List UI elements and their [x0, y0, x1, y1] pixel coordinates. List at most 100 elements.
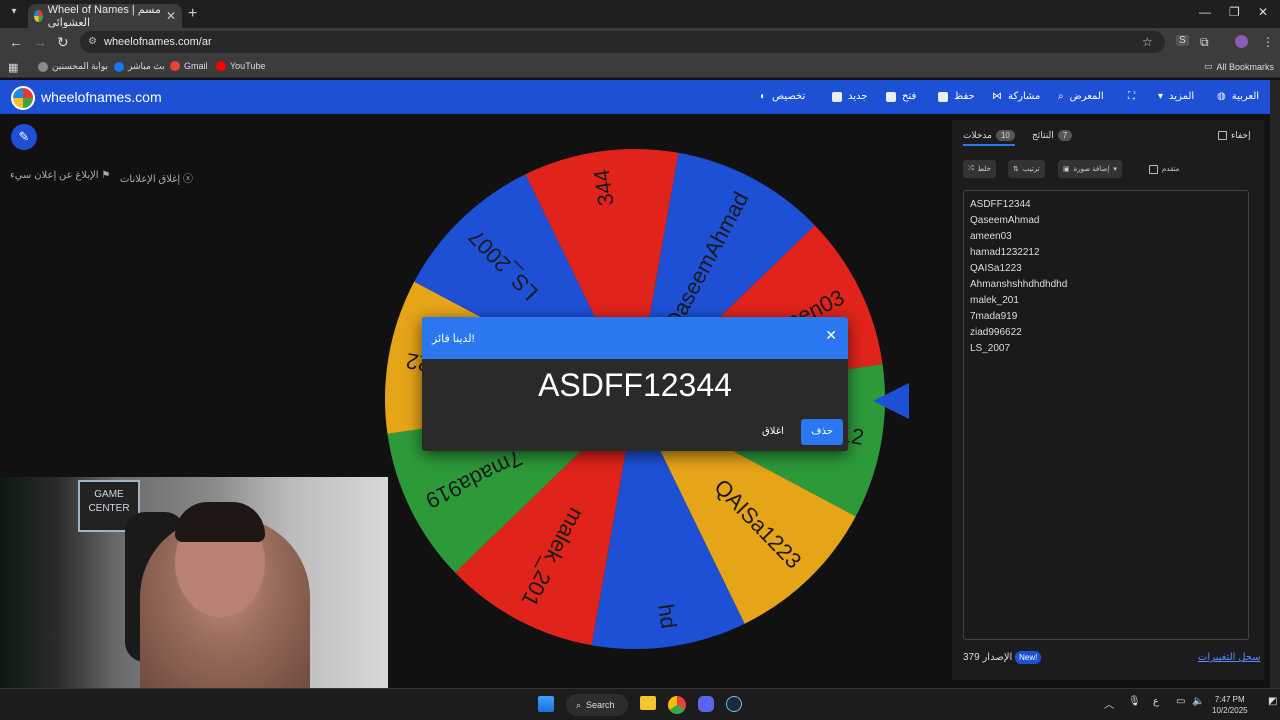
- menu-label: فتح: [902, 91, 917, 102]
- tab-list-icon[interactable]: ▾: [6, 6, 22, 22]
- language-indicator[interactable]: ع: [1153, 696, 1159, 707]
- advanced-toggle[interactable]: متقدم: [1144, 160, 1184, 178]
- url-text: wheelofnames.com/ar: [104, 36, 212, 48]
- dialog-title: لدينا فائز!: [432, 333, 475, 345]
- menu-customize[interactable]: ◐ تخصيص: [760, 91, 805, 102]
- shuffle-icon: ⤮: [968, 165, 974, 172]
- entries-tab-label: مدخلات: [963, 130, 992, 140]
- youtube-icon: [216, 61, 226, 71]
- menu-label: تخصيص: [772, 91, 806, 102]
- close-button[interactable]: اغلاق: [762, 426, 784, 437]
- save-icon: [938, 91, 948, 102]
- hide-checkbox[interactable]: [1218, 131, 1227, 140]
- bookmarks-bar: ▦ بوابة المحسنين بث مباشر Gmail YouTube …: [0, 56, 1280, 78]
- address-bar[interactable]: ⚙ wheelofnames.com/ar: [80, 31, 1165, 53]
- browser-tab-strip: ▾ Wheel of Names | مسم العشوائي ✕ + — ❐ …: [0, 0, 1280, 29]
- wheel-logo-icon[interactable]: [11, 86, 35, 110]
- close-tab-icon[interactable]: ✕: [166, 9, 176, 23]
- microphone-icon[interactable]: 🎙: [1128, 696, 1141, 707]
- bookmark-star-icon[interactable]: ☆: [1142, 35, 1153, 49]
- close-icon[interactable]: ✕: [825, 327, 837, 344]
- new-file-icon: [832, 91, 842, 102]
- menu-language[interactable]: ◍ العربية: [1217, 91, 1259, 102]
- network-icon[interactable]: ▭: [1176, 696, 1185, 707]
- taskbar-search[interactable]: ⌕ Search: [566, 694, 628, 716]
- apps-icon[interactable]: ▦: [8, 61, 18, 74]
- menu-label: المعرض: [1069, 91, 1104, 102]
- steam-icon[interactable]: [726, 696, 742, 712]
- bookmark-item[interactable]: Gmail: [170, 61, 208, 71]
- list-item: LS_2007: [970, 343, 1011, 354]
- back-icon[interactable]: ←: [9, 34, 23, 50]
- image-icon: ▣: [1063, 166, 1070, 173]
- site-info-icon[interactable]: ⚙: [88, 36, 97, 47]
- brand-title[interactable]: wheelofnames.com: [41, 89, 162, 105]
- discord-icon[interactable]: [698, 696, 714, 712]
- page-scrollbar[interactable]: [1270, 80, 1280, 688]
- bookmark-item[interactable]: YouTube: [216, 61, 265, 71]
- system-clock[interactable]: 7:47 PM 10/2/2025: [1212, 694, 1248, 716]
- remove-button[interactable]: حذف: [801, 419, 843, 445]
- fullscreen-button[interactable]: ⛶: [1128, 91, 1135, 102]
- entries-textarea[interactable]: ASDFF12344 QaseemAhmad ameen03 hamad1232…: [963, 190, 1249, 640]
- menu-open[interactable]: فتح: [886, 91, 916, 102]
- profile-avatar[interactable]: [1235, 35, 1248, 48]
- browser-tab[interactable]: Wheel of Names | مسم العشوائي ✕: [28, 4, 182, 29]
- chevron-down-icon: ▾: [1158, 91, 1164, 102]
- menu-label: حفظ: [954, 91, 975, 102]
- new-tab-icon[interactable]: +: [188, 5, 197, 23]
- shuffle-label: خلط: [977, 166, 991, 173]
- volume-icon[interactable]: 🔈: [1192, 696, 1204, 707]
- add-image-button[interactable]: ▣ إضافة صورة ▾: [1058, 160, 1122, 178]
- tab-entries[interactable]: مدخلات 10: [963, 130, 1015, 146]
- hide-toggle[interactable]: إخفاء: [1218, 130, 1251, 141]
- minimize-icon[interactable]: —: [1199, 5, 1211, 19]
- flag-icon: ⚑: [101, 170, 111, 181]
- dialog-header: لدينا فائز! ✕: [422, 317, 848, 359]
- list-item: Ahmanshshhdhdhdhd: [970, 279, 1068, 290]
- menu-more[interactable]: ▾ المزيد: [1158, 91, 1194, 102]
- all-bookmarks[interactable]: ▭ All Bookmarks: [1204, 61, 1274, 72]
- extension-s-icon[interactable]: S: [1176, 35, 1189, 46]
- list-item: ASDFF12344: [970, 199, 1031, 210]
- folder-icon: ▭: [1204, 61, 1213, 71]
- restore-icon[interactable]: ❐: [1229, 5, 1240, 19]
- menu-label: المزيد: [1169, 91, 1195, 102]
- bookmark-item[interactable]: بوابة المحسنين: [38, 61, 108, 72]
- shuffle-button[interactable]: ⤮ خلط: [963, 160, 996, 178]
- menu-gallery[interactable]: ⌕ المعرض: [1058, 91, 1104, 102]
- menu-save[interactable]: حفظ: [938, 91, 975, 102]
- forward-icon[interactable]: →: [33, 34, 47, 50]
- winner-dialog: لدينا فائز! ✕ ASDFF12344 اغلاق حذف: [422, 317, 848, 451]
- wheel-pointer-icon: [873, 383, 909, 419]
- show-hidden-icons[interactable]: ︿: [1104, 696, 1114, 711]
- clock-date: 10/2/2025: [1212, 706, 1248, 715]
- results-tab-label: النتائج: [1032, 130, 1054, 140]
- report-ad-link[interactable]: الإبلاغ عن إعلان سيء ⚑: [10, 170, 110, 181]
- bookmark-label: YouTube: [230, 61, 266, 71]
- sort-icon: ⇅: [1013, 166, 1019, 173]
- notification-icon[interactable]: ◩: [1268, 696, 1277, 707]
- chrome-menu-icon[interactable]: ⋮: [1262, 35, 1274, 49]
- menu-new[interactable]: جديد: [832, 91, 867, 102]
- close-window-icon[interactable]: ✕: [1258, 5, 1268, 19]
- menu-share[interactable]: ⋈ مشاركة: [992, 91, 1040, 102]
- globe-icon: ◍: [1217, 91, 1226, 102]
- bookmark-item[interactable]: بث مباشر: [114, 61, 165, 72]
- windows-start-icon[interactable]: [538, 696, 554, 712]
- advanced-checkbox[interactable]: [1149, 164, 1158, 174]
- tab-title: Wheel of Names | مسم العشوائي: [47, 4, 161, 29]
- tab-results[interactable]: النتائج 7: [1032, 130, 1073, 141]
- wheel-segment-label: 344: [589, 168, 619, 208]
- sort-button[interactable]: ⇅ ترتيب: [1008, 160, 1045, 178]
- chrome-icon[interactable]: [668, 696, 686, 714]
- hide-label: إخفاء: [1231, 130, 1251, 140]
- edit-pencil-button[interactable]: ✎: [11, 124, 37, 150]
- fullscreen-icon: ⛶: [1128, 91, 1135, 102]
- changelog-link[interactable]: سجل التغييرات: [1198, 652, 1261, 663]
- extensions-icon[interactable]: ⧉: [1200, 35, 1209, 50]
- file-explorer-icon[interactable]: [640, 696, 656, 710]
- close-ads-link[interactable]: إغلاق الإعلانات ⓧ: [120, 170, 193, 185]
- reload-icon[interactable]: ↻: [57, 34, 69, 51]
- menu-label: مشاركة: [1008, 91, 1041, 102]
